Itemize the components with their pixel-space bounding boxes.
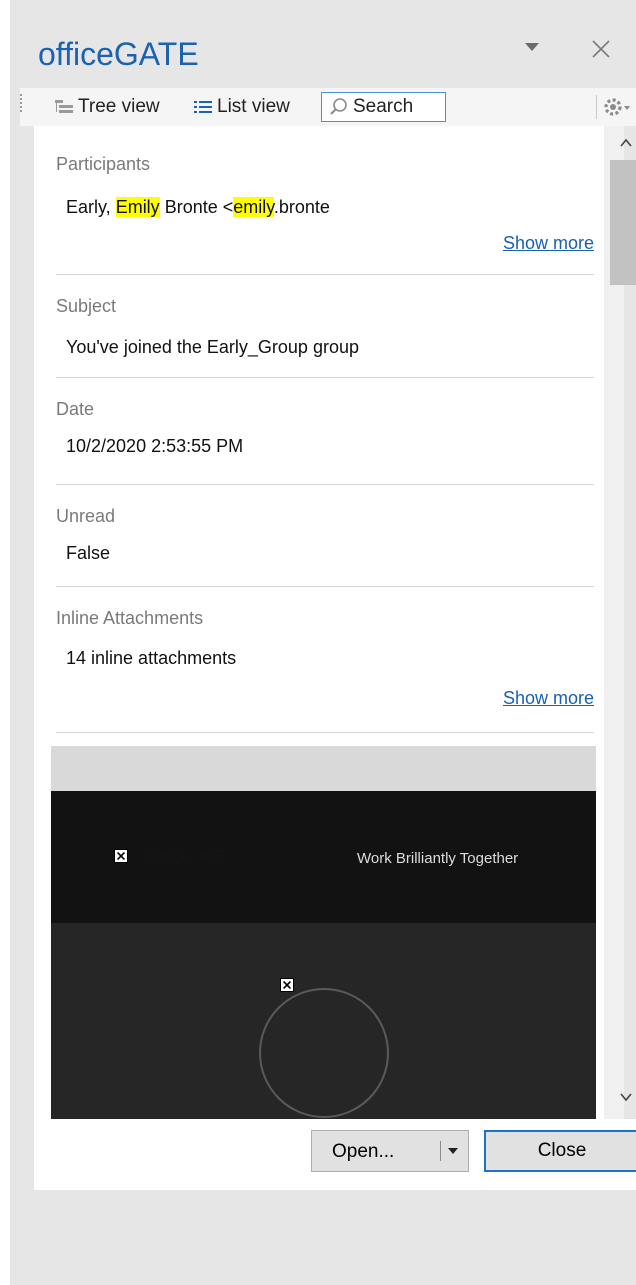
unread-value: False xyxy=(66,543,111,563)
tree-view-button[interactable]: Tree view xyxy=(54,92,160,122)
split-divider xyxy=(440,1141,441,1161)
attachments-show-more-link[interactable]: Show more xyxy=(503,688,594,709)
divider xyxy=(56,484,594,485)
search-highlight: Emily xyxy=(115,197,160,217)
preview-brand: Office 365 xyxy=(146,847,224,866)
preview-avatar-circle xyxy=(259,988,389,1118)
broken-image-icon xyxy=(280,978,294,992)
list-view-icon xyxy=(193,98,213,116)
broken-image-icon xyxy=(114,849,128,863)
item-properties: Participants Early, Emily Bronte <emily.… xyxy=(34,126,616,1165)
subject-label: Subject xyxy=(56,296,117,316)
participants-label: Participants xyxy=(56,154,151,174)
inline-attachments-value: 14 inline attachments xyxy=(66,648,237,668)
participants-text: Early, xyxy=(66,197,116,217)
divider xyxy=(56,586,594,587)
pane-titlebar: officeGATE xyxy=(10,0,636,88)
subject-value: You've joined the Early_Group group xyxy=(66,337,359,357)
preview-top-band xyxy=(51,746,596,791)
toolbar-divider xyxy=(596,95,597,119)
divider xyxy=(56,377,594,378)
inline-attachments-label: Inline Attachments xyxy=(56,608,204,628)
date-value: 10/2/2020 2:53:55 PM xyxy=(66,436,244,456)
date-label: Date xyxy=(56,399,95,419)
gear-icon[interactable] xyxy=(602,95,632,119)
close-icon[interactable] xyxy=(590,38,612,60)
scroll-down-icon[interactable] xyxy=(619,1090,633,1104)
open-button-label: Open... xyxy=(332,1141,395,1162)
tree-view-label: Tree view xyxy=(78,96,160,117)
left-edge xyxy=(0,0,10,1285)
open-dropdown-icon[interactable] xyxy=(448,1148,458,1154)
participants-text: .bronte xyxy=(273,197,330,217)
preview-tagline: Work Brilliantly Together xyxy=(357,850,519,867)
officegate-pane: officeGATE Tree view List view Search Pa… xyxy=(10,0,636,1285)
unread-label: Unread xyxy=(56,506,116,526)
scrollbar-thumb[interactable] xyxy=(610,160,636,285)
chevron-down-icon[interactable] xyxy=(525,43,539,51)
scroll-up-icon[interactable] xyxy=(619,136,633,150)
divider xyxy=(56,274,594,275)
pane-title: officeGATE xyxy=(38,36,199,72)
toolbar-grip[interactable] xyxy=(20,94,22,112)
list-view-button[interactable]: List view xyxy=(193,92,290,122)
participants-text: Bronte < xyxy=(159,197,234,217)
participants-show-more-link[interactable]: Show more xyxy=(503,233,594,254)
search-label: Search xyxy=(353,96,414,117)
search-icon xyxy=(329,97,349,117)
divider xyxy=(56,732,594,733)
list-view-label: List view xyxy=(217,96,290,117)
tree-view-icon xyxy=(54,98,74,116)
open-button[interactable]: Open... xyxy=(311,1130,469,1172)
participants-value: Early, Emily Bronte <emily.bronte xyxy=(66,197,330,218)
search-highlight: emily xyxy=(233,197,274,217)
message-preview: Office 365 Work Brilliantly Together xyxy=(51,746,596,1121)
search-button[interactable]: Search xyxy=(321,92,446,122)
close-button[interactable]: Close xyxy=(484,1130,636,1172)
